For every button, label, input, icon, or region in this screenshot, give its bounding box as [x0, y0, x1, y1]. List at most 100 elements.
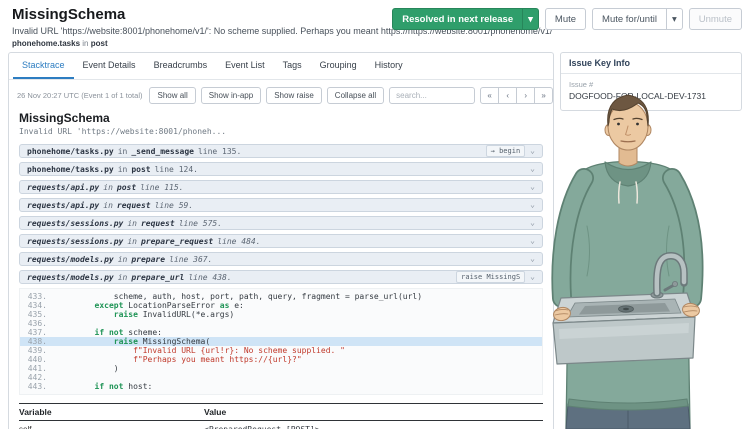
code-line: 436.: [20, 319, 542, 328]
issue-culprit: phonehome.tasks in post: [12, 39, 552, 48]
source-code-context: 433. scheme, auth, host, port, path, que…: [19, 288, 543, 395]
frame-variables: Variable Value self <PreparedRequest [PO…: [19, 403, 543, 429]
show-raise-button[interactable]: Show raise: [266, 87, 322, 104]
stack-frame[interactable]: phonehome/tasks.py in _send_message line…: [19, 144, 543, 158]
frame-function: prepare_url: [131, 273, 184, 282]
variable-row: self <PreparedRequest [POST]>: [19, 421, 543, 429]
frame-module: requests/api.py: [27, 201, 99, 210]
mute-button[interactable]: Mute: [545, 8, 586, 30]
mute-for-button[interactable]: Mute for/until: [592, 8, 667, 30]
frame-line: line 124.: [155, 165, 198, 174]
exception-value: Invalid URL 'https://website:8001/phoneh…: [19, 127, 543, 136]
frame-line: line 484.: [217, 237, 260, 246]
first-event-icon[interactable]: «: [480, 87, 499, 104]
tab-stacktrace[interactable]: Stacktrace: [13, 53, 74, 79]
chevron-down-icon[interactable]: ⌄: [530, 273, 535, 281]
frame-search-input[interactable]: [389, 87, 475, 104]
event-tabs: Stacktrace Event Details Breadcrumbs Eve…: [9, 53, 553, 80]
variable-column-header: Variable: [19, 407, 204, 417]
chevron-down-icon[interactable]: ⌄: [530, 255, 535, 263]
frame-function: request: [141, 219, 175, 228]
frame-function: post: [131, 165, 150, 174]
exception-type: MissingSchema: [19, 111, 543, 125]
stack-frames: phonehome/tasks.py in _send_message line…: [9, 140, 553, 284]
stack-frame[interactable]: requests/models.py in prepare line 367. …: [19, 252, 543, 266]
frame-in: in: [118, 147, 128, 156]
frame-function: prepare_request: [141, 237, 213, 246]
stack-frame[interactable]: requests/models.py in prepare_url line 4…: [19, 270, 543, 284]
code-line: 443. if not host:: [20, 382, 542, 391]
show-all-button[interactable]: Show all: [149, 87, 195, 104]
frame-function: request: [117, 201, 151, 210]
variable-name: self: [19, 425, 204, 429]
frame-function: post: [117, 183, 136, 192]
stack-frame[interactable]: phonehome/tasks.py in post line 124. ⌄: [19, 162, 543, 176]
code-line: 441. ): [20, 364, 542, 373]
frame-raise-badge: raise MissingS: [456, 271, 525, 283]
next-event-icon[interactable]: ›: [516, 87, 535, 104]
frame-in: in: [103, 183, 113, 192]
issue-key-info-title: Issue Key Info: [561, 53, 741, 74]
chevron-down-icon[interactable]: ⌄: [530, 183, 535, 191]
chevron-down-icon[interactable]: ⌄: [530, 219, 535, 227]
resolve-button[interactable]: Resolved in next release: [392, 8, 523, 30]
culprit-separator: in: [82, 39, 88, 48]
culprit-function: post: [91, 39, 108, 48]
frame-module: requests/models.py: [27, 255, 114, 264]
frame-function: prepare: [131, 255, 165, 264]
frame-line: line 575.: [179, 219, 222, 228]
stack-frame[interactable]: requests/api.py in post line 115. ⌄: [19, 180, 543, 194]
frame-module: requests/sessions.py: [27, 237, 123, 246]
variables-header: Variable Value: [19, 403, 543, 421]
stack-frame[interactable]: requests/sessions.py in request line 575…: [19, 216, 543, 230]
tab-grouping[interactable]: Grouping: [311, 53, 366, 79]
event-timestamp: 26 Nov 20:27 UTC (Event 1 of 1 total): [17, 91, 142, 100]
frame-in: in: [118, 273, 128, 282]
code-lines: 433. scheme, auth, host, port, path, que…: [20, 292, 542, 391]
code-line: 439. f"Invalid URL {url!r}: No scheme su…: [20, 346, 542, 355]
code-line: 433. scheme, auth, host, port, path, que…: [20, 292, 542, 301]
mute-for-caret-icon[interactable]: ▾: [666, 8, 683, 30]
frame-module: phonehome/tasks.py: [27, 147, 114, 156]
event-pagination: « ‹ › »: [480, 87, 553, 104]
culprit-module: phonehome.tasks: [12, 39, 80, 48]
frame-line: line 115.: [140, 183, 183, 192]
tab-breadcrumbs[interactable]: Breadcrumbs: [145, 53, 217, 79]
frame-line: line 367.: [169, 255, 212, 264]
frame-begin-badge: → begin: [486, 145, 526, 157]
frame-line: line 59.: [155, 201, 194, 210]
issue-key-info-card: Issue Key Info Issue # DOGFOOD-FOR-LOCAL…: [560, 52, 742, 111]
tab-event-details[interactable]: Event Details: [74, 53, 145, 79]
code-line: 435. raise InvalidURL(*e.args): [20, 310, 542, 319]
chevron-down-icon[interactable]: ⌄: [530, 237, 535, 245]
resolve-dropdown-caret-icon[interactable]: ▾: [522, 8, 539, 30]
variable-value: <PreparedRequest [POST]>: [204, 425, 320, 429]
collapse-all-button[interactable]: Collapse all: [327, 87, 384, 104]
chevron-down-icon[interactable]: ⌄: [530, 201, 535, 209]
tab-tags[interactable]: Tags: [274, 53, 311, 79]
frame-in: in: [118, 255, 128, 264]
tab-event-list[interactable]: Event List: [216, 53, 274, 79]
stack-frame[interactable]: requests/api.py in request line 59. ⌄: [19, 198, 543, 212]
event-panel: Stacktrace Event Details Breadcrumbs Eve…: [8, 52, 554, 429]
frame-function: _send_message: [131, 147, 194, 156]
tab-history[interactable]: History: [366, 53, 412, 79]
exception-summary: MissingSchema Invalid URL 'https://websi…: [9, 109, 553, 140]
unmute-button[interactable]: Unmute: [689, 8, 742, 30]
stacktrace-toolbar: 26 Nov 20:27 UTC (Event 1 of 1 total) Sh…: [9, 80, 553, 109]
issue-actions: Resolved in next release ▾ Mute Mute for…: [392, 8, 742, 30]
stack-frame[interactable]: requests/sessions.py in prepare_request …: [19, 234, 543, 248]
code-line: 434. except LocationParseError as e:: [20, 301, 542, 310]
code-line: 438. raise MissingSchema(: [20, 337, 542, 346]
chevron-down-icon[interactable]: ⌄: [530, 147, 535, 155]
frame-in: in: [127, 237, 137, 246]
frame-in: in: [127, 219, 137, 228]
show-in-app-button[interactable]: Show in-app: [201, 87, 261, 104]
frame-module: requests/sessions.py: [27, 219, 123, 228]
frame-in: in: [103, 201, 113, 210]
code-line: 442.: [20, 373, 542, 382]
code-line: 437. if not scheme:: [20, 328, 542, 337]
prev-event-icon[interactable]: ‹: [498, 87, 517, 104]
chevron-down-icon[interactable]: ⌄: [530, 165, 535, 173]
last-event-icon[interactable]: »: [534, 87, 553, 104]
